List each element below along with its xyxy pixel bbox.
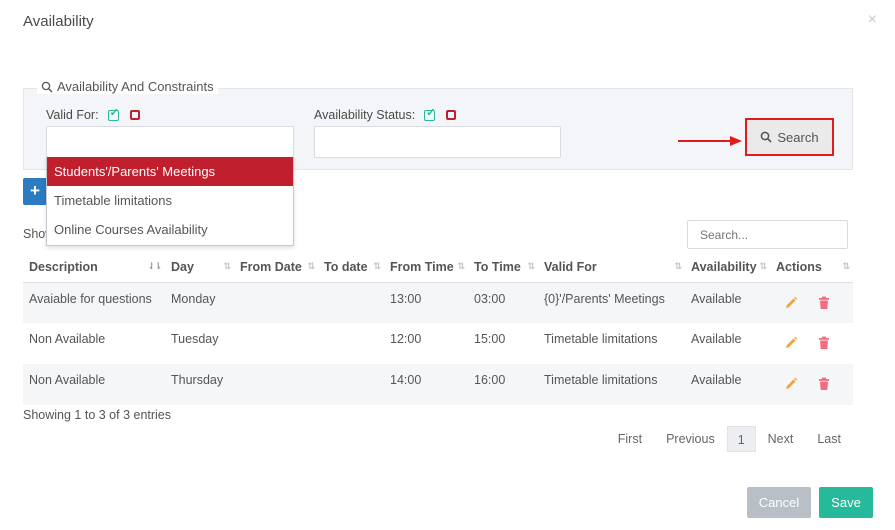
dropdown-option-students-parents-meetings[interactable]: Students'/Parents' Meetings (47, 157, 293, 186)
search-button[interactable]: Search (745, 118, 834, 156)
cell-actions (770, 364, 853, 405)
sort-icon: ⇅ (527, 261, 534, 271)
availability-status-label: Availability Status: (314, 108, 416, 122)
pagination-previous[interactable]: Previous (654, 426, 727, 452)
table-header-row: Description ⇃⇂ Day ⇅ From Date ⇅ To date ⇅ F… (23, 252, 853, 283)
cell-description: Non Available (23, 323, 165, 364)
valid-for-label: Valid For: (46, 108, 99, 122)
availability-status-clear-checkbox[interactable] (446, 110, 457, 120)
cell-from-time: 14:00 (384, 364, 468, 405)
dropdown-option-timetable-limitations[interactable]: Timetable limitations (47, 186, 293, 215)
col-to-date[interactable]: To date ⇅ (318, 252, 384, 283)
edit-icon[interactable] (784, 336, 798, 350)
cell-from-date (234, 323, 318, 364)
table-search-input[interactable] (687, 220, 848, 249)
cell-valid-for: {0}'/Parents' Meetings (538, 282, 685, 323)
cell-actions (770, 323, 853, 364)
sort-icon: ⇅ (457, 261, 464, 271)
table-row: Avaiable for questions Monday 13:00 03:0… (23, 282, 853, 323)
valid-for-select-all-checkbox[interactable] (107, 108, 119, 121)
col-from-time[interactable]: From Time ⇅ (384, 252, 468, 283)
availability-status-select[interactable] (314, 126, 561, 158)
cell-description: Non Available (23, 364, 165, 405)
cell-from-date (234, 364, 318, 405)
cell-to-time: 15:00 (468, 323, 538, 364)
table-row: Non Available Tuesday 12:00 15:00 Timeta… (23, 323, 853, 364)
sort-icon: ⇅ (842, 261, 849, 271)
availability-table: Description ⇃⇂ Day ⇅ From Date ⇅ To date ⇅ F… (23, 252, 853, 405)
search-icon (761, 131, 772, 143)
filter-legend-label: Availability And Constraints (57, 79, 214, 94)
cell-availability: Available (685, 282, 770, 323)
cell-availability: Available (685, 323, 770, 364)
sort-icon: ⇅ (223, 261, 230, 271)
cell-availability: Available (685, 364, 770, 405)
sort-icon: ⇅ (759, 261, 766, 271)
col-availability[interactable]: Availability ⇅ (685, 252, 770, 283)
cell-from-date (234, 282, 318, 323)
edit-icon[interactable] (784, 377, 798, 391)
cell-to-time: 16:00 (468, 364, 538, 405)
cell-to-time: 03:00 (468, 282, 538, 323)
cell-valid-for: Timetable limitations (538, 323, 685, 364)
pagination-next[interactable]: Next (756, 426, 806, 452)
cell-to-date (318, 323, 384, 364)
col-from-date[interactable]: From Date ⇅ (234, 252, 318, 283)
close-icon[interactable]: × (868, 11, 877, 29)
cancel-button[interactable]: Cancel (747, 487, 811, 518)
col-day[interactable]: Day ⇅ (165, 252, 234, 283)
cell-to-date (318, 282, 384, 323)
availability-status-label-row: Availability Status: (314, 108, 457, 122)
cell-day: Monday (165, 282, 234, 323)
filter-legend: Availability And Constraints (37, 79, 218, 94)
pagination: First Previous 1 Next Last (606, 426, 853, 452)
save-button[interactable]: Save (819, 487, 873, 518)
trash-icon[interactable] (817, 336, 831, 350)
cell-from-time: 13:00 (384, 282, 468, 323)
cell-day: Thursday (165, 364, 234, 405)
col-to-time[interactable]: To Time ⇅ (468, 252, 538, 283)
cell-valid-for: Timetable limitations (538, 364, 685, 405)
dropdown-option-online-courses-availability[interactable]: Online Courses Availability (47, 215, 293, 244)
edit-icon[interactable] (784, 296, 798, 310)
valid-for-select[interactable] (46, 126, 294, 158)
search-button-label: Search (777, 129, 819, 145)
pagination-page-current[interactable]: 1 (726, 426, 756, 452)
pagination-last[interactable]: Last (805, 426, 853, 452)
availability-status-select-all-checkbox[interactable] (424, 108, 435, 121)
cell-description: Avaiable for questions (23, 282, 165, 323)
trash-icon[interactable] (817, 377, 831, 391)
sort-icon: ⇅ (674, 261, 681, 271)
cell-day: Tuesday (165, 323, 234, 364)
trash-icon[interactable] (817, 296, 831, 310)
cell-from-time: 12:00 (384, 323, 468, 364)
pagination-first[interactable]: First (606, 426, 654, 452)
valid-for-dropdown: Students'/Parents' Meetings Timetable li… (46, 157, 294, 246)
table-row: Non Available Thursday 14:00 16:00 Timet… (23, 364, 853, 405)
col-valid-for[interactable]: Valid For ⇅ (538, 252, 685, 283)
sort-asc-icon: ⇃⇂ (147, 261, 162, 271)
search-icon (41, 81, 53, 92)
valid-for-clear-checkbox[interactable] (129, 110, 140, 120)
annotation-arrow-icon (678, 136, 742, 146)
col-description[interactable]: Description ⇃⇂ (23, 252, 165, 283)
col-actions[interactable]: Actions ⇅ (770, 252, 853, 283)
table-info: Showing 1 to 3 of 3 entries (23, 408, 172, 422)
sort-icon: ⇅ (373, 261, 380, 271)
cell-actions (770, 282, 853, 323)
sort-icon: ⇅ (307, 261, 314, 271)
valid-for-label-row: Valid For: (46, 108, 140, 122)
cell-to-date (318, 364, 384, 405)
modal-title: Availability (23, 13, 94, 30)
